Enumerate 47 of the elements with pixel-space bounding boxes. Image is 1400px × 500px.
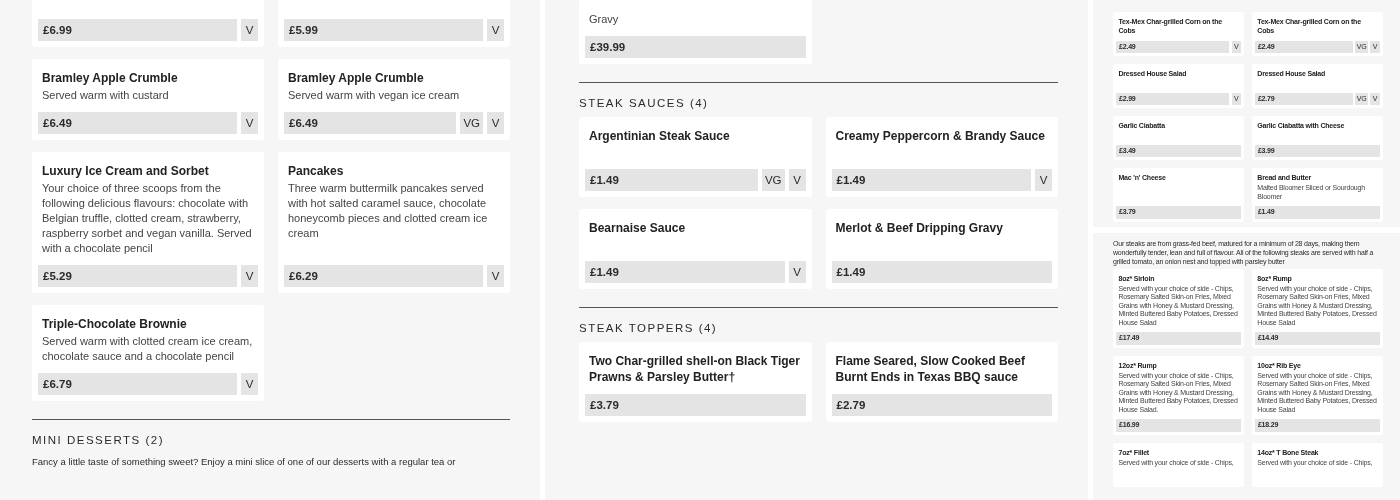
price: £39.99	[585, 36, 806, 58]
dish-description: Served warm with clotted cream ice cream, chocolate sauce and a chocolate pencil	[42, 334, 254, 364]
price: £6.49	[284, 112, 457, 134]
dish-description: Served warm with custard	[42, 88, 170, 103]
price: £3.79	[585, 394, 806, 416]
diet-tag: VG	[460, 112, 483, 134]
diet-tag: VG	[761, 169, 785, 191]
diet-tag: V	[241, 265, 258, 287]
price: £1.49	[585, 261, 785, 283]
diet-tag: V	[241, 373, 258, 395]
dish-name: Merlot & Beef Dripping Gravy	[835, 220, 1004, 236]
diet-tag: V	[487, 19, 504, 41]
price: £2.79	[831, 394, 1052, 416]
price: £1.49	[831, 169, 1031, 191]
dish-description: Gravy	[589, 12, 620, 27]
dish-name: Pancakes	[288, 163, 345, 179]
diet-tag: V	[241, 112, 258, 134]
dish-name: Creamy Peppercorn & Brandy Sauce	[835, 128, 1046, 144]
dish-name: Bramley Apple Crumble	[288, 70, 425, 86]
dish-description: Served warm with vegan ice cream	[288, 88, 461, 103]
price: £6.29	[284, 265, 483, 287]
dish-name: Flame Seared, Slow Cooked Beef Burnt Ends in Texas BBQ sauce	[835, 353, 1026, 385]
price: £5.99	[284, 19, 483, 41]
dish-description: Your choice of three scoops from the following delicious flavours: chocolate with Belgian truffle, clotted cream, strawberry, raspberry sorbet and vegan vanilla. Served with a chocolate pencil	[42, 181, 253, 256]
section-heading: STEAK SAUCES (4)	[579, 97, 710, 109]
price: £1.49	[585, 169, 758, 191]
price: £5.29	[38, 265, 237, 287]
price: £1.49	[831, 261, 1052, 283]
section-heading: STEAK TOPPERS (4)	[579, 322, 719, 334]
dish-name: Triple-Chocolate Brownie	[42, 316, 188, 332]
intro-text: Fancy a little taste of something sweet? Enjoy a mini slice of one of our desserts with a regular tea or	[32, 456, 457, 468]
diet-tag: V	[788, 169, 806, 191]
price: £6.49	[38, 112, 237, 134]
dish-description: Three warm buttermilk pancakes served with hot salted caramel sauce, chocolate honeycomb pieces and clotted cream ice cream	[288, 181, 489, 241]
dish-name: Bramley Apple Crumble	[42, 70, 179, 86]
diet-tag: V	[241, 19, 258, 41]
dish-name: Luxury Ice Cream and Sorbet	[42, 163, 210, 179]
diet-tag: V	[487, 265, 504, 287]
price: £6.79	[38, 373, 237, 395]
section-heading: MINI DESSERTS (2)	[32, 434, 165, 446]
diet-tag: V	[1035, 169, 1052, 191]
dish-name: Bearnaise Sauce	[589, 220, 687, 236]
dish-name: Two Char-grilled shell-on Black Tiger Prawns & Parsley Butter†	[589, 353, 801, 385]
price: £6.99	[38, 19, 237, 41]
diet-tag: V	[487, 112, 504, 134]
dish-name: Argentinian Steak Sauce	[589, 128, 731, 144]
diet-tag: V	[788, 261, 806, 283]
